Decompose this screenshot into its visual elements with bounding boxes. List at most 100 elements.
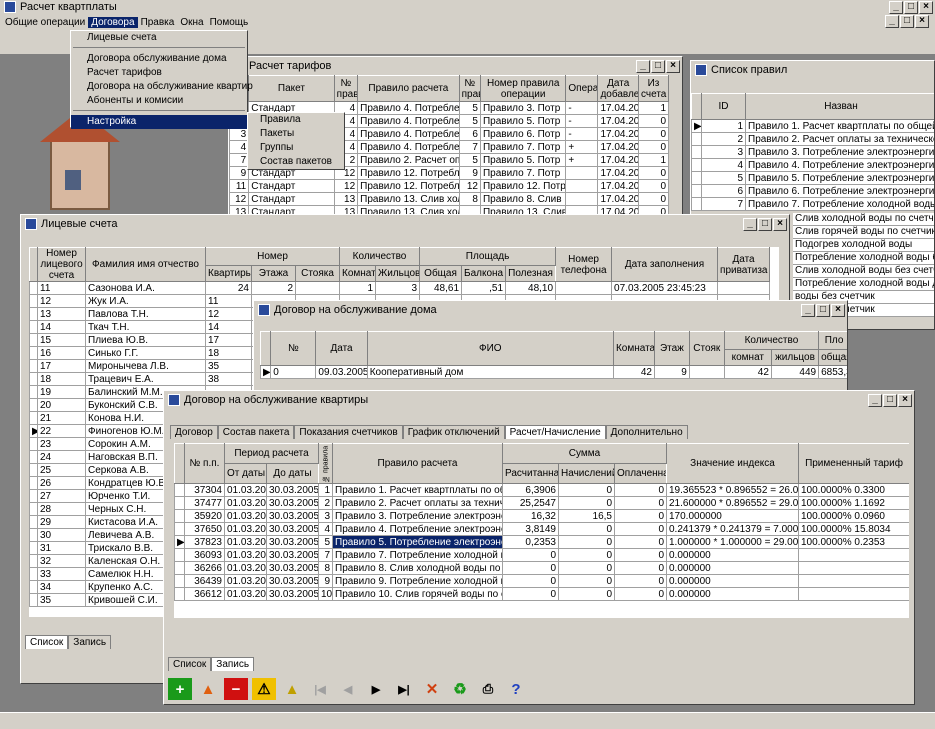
add-icon[interactable]: + bbox=[168, 678, 192, 700]
table-row[interactable]: 3626601.03.200530.03.20058Правило 8. Сли… bbox=[174, 561, 909, 575]
table-row[interactable]: ▶ 1 Правило 1. Расчет квартплаты по общей … bbox=[691, 119, 934, 133]
maximize-button[interactable]: □ bbox=[816, 303, 830, 317]
tab-3[interactable]: График отключений bbox=[402, 425, 505, 439]
table-row[interactable]: 3609301.03.200530.03.20057Правило 7. Пот… bbox=[174, 548, 909, 562]
table-cell: 17.04.200 bbox=[597, 192, 640, 206]
table-row[interactable]: 3661201.03.200530.03.200510Правило 10. С… bbox=[174, 587, 909, 601]
header-rooms: Комнат bbox=[339, 265, 377, 282]
delete-icon[interactable]: − bbox=[224, 678, 248, 700]
tab-list[interactable]: Список bbox=[168, 657, 212, 671]
last-record-icon[interactable]: ▶| bbox=[392, 678, 416, 700]
tab-0[interactable]: Договор bbox=[170, 425, 218, 439]
header-date: Дата bbox=[315, 331, 368, 366]
table-row[interactable]: 3Правило 3. Потребление электроэнергии п… bbox=[691, 145, 934, 159]
table-row[interactable]: 3592001.03.200530.03.20053Правило 3. Пот… bbox=[174, 509, 909, 523]
close-button[interactable]: × bbox=[666, 59, 680, 73]
cell: 14 bbox=[37, 320, 86, 334]
tab-5[interactable]: Дополнительно bbox=[605, 425, 688, 439]
menu-contracts[interactable]: Договора bbox=[88, 16, 138, 28]
house-contract-window: Договор на обслуживание дома _ □ × № Дата ФИО… bbox=[253, 300, 848, 395]
table-row[interactable]: 7Правило 7. Потребление холодной воды по… bbox=[691, 197, 934, 211]
menu-windows[interactable]: Окна bbox=[177, 17, 206, 28]
table-row[interactable]: 3765001.03.200530.03.20054Правило 4. Пот… bbox=[174, 522, 909, 536]
table-row[interactable]: 11 Сазонова И.А. 24 2 1 3 48,61,51 48,10 07.03.2… bbox=[29, 281, 771, 295]
minimize-button[interactable]: _ bbox=[801, 303, 815, 317]
table-row[interactable]: ▶ 0 09.03.2005 Кооперативный дом 42 9 42 449 685… bbox=[259, 365, 847, 379]
print-icon[interactable]: ⎙ bbox=[476, 678, 500, 700]
prev-record-icon[interactable]: ◀ bbox=[336, 678, 360, 700]
menu-help[interactable]: Помощь bbox=[207, 17, 252, 28]
submenu-package-contents[interactable]: Состав пакетов bbox=[248, 155, 344, 169]
cell: 0.000000 bbox=[666, 548, 799, 562]
table-row[interactable]: 6Правило 6. Потребление электроэнергии д… bbox=[691, 184, 934, 198]
submenu-packages[interactable]: Пакеты bbox=[248, 127, 344, 141]
minimize-button[interactable]: _ bbox=[868, 393, 882, 407]
menu-item-subscribers[interactable]: Абоненты и комисии bbox=[71, 94, 247, 108]
window-title: Договор на обслуживание дома bbox=[274, 304, 437, 316]
minimize-button[interactable]: _ bbox=[889, 0, 903, 14]
maximize-button[interactable]: □ bbox=[651, 59, 665, 73]
menu-item-accounts[interactable]: Лицевые счета bbox=[71, 31, 247, 45]
maximize-button[interactable]: □ bbox=[883, 393, 897, 407]
cell: 0 bbox=[614, 522, 667, 536]
header-cell bbox=[174, 443, 185, 484]
menu-edit[interactable]: Правка bbox=[138, 17, 178, 28]
minimize-button[interactable]: _ bbox=[743, 217, 757, 231]
tab-1[interactable]: Состав пакета bbox=[217, 425, 295, 439]
table-cell: 07.03.2005 23:45:23 bbox=[611, 281, 719, 295]
menu-general[interactable]: Общие операции bbox=[2, 17, 88, 28]
tab-4[interactable]: Расчет/Начисление bbox=[504, 425, 606, 439]
tab-2[interactable]: Показания счетчиков bbox=[294, 425, 403, 439]
status-bar bbox=[0, 712, 935, 729]
tab-record[interactable]: Запись bbox=[211, 657, 255, 671]
maximize-button[interactable]: □ bbox=[758, 217, 772, 231]
maximize-button[interactable]: □ bbox=[904, 0, 918, 14]
cell: 0 bbox=[614, 496, 667, 510]
table-row[interactable]: 3730401.03.200530.03.20051Правило 1. Рас… bbox=[174, 483, 909, 497]
submenu-rules[interactable]: Правила bbox=[248, 113, 344, 127]
cancel-icon[interactable]: ✕ bbox=[420, 678, 444, 700]
table-row[interactable]: 2Правило 2. Расчет оплаты за техническое… bbox=[691, 132, 934, 146]
cell: 100.0000% 0.0960 bbox=[798, 509, 909, 523]
search-icon[interactable]: ▲ bbox=[280, 678, 304, 700]
help-icon[interactable]: ? bbox=[504, 678, 528, 700]
mdi-restore-button[interactable]: □ bbox=[900, 15, 914, 28]
menu-item-house-contracts[interactable]: Договора обслуживание дома bbox=[71, 52, 247, 66]
cell: 4 bbox=[318, 522, 333, 536]
cell: 3,8149 bbox=[502, 522, 559, 536]
minimize-button[interactable]: _ bbox=[636, 59, 650, 73]
submenu-groups[interactable]: Группы bbox=[248, 141, 344, 155]
close-button[interactable]: × bbox=[898, 393, 912, 407]
first-record-icon[interactable]: |◀ bbox=[308, 678, 332, 700]
table-row[interactable]: 3747701.03.200530.03.20052Правило 2. Рас… bbox=[174, 496, 909, 510]
table-cell bbox=[717, 281, 771, 295]
header-total: Общая bbox=[419, 265, 463, 282]
mdi-close-button[interactable]: × bbox=[915, 15, 929, 28]
tab-list[interactable]: Список bbox=[25, 635, 69, 649]
table-row[interactable]: 3643901.03.200530.03.20059Правило 9. Пот… bbox=[174, 574, 909, 588]
next-record-icon[interactable]: ▶ bbox=[364, 678, 388, 700]
table-row[interactable]: 5Правило 5. Потребление электроэнергии л… bbox=[691, 171, 934, 185]
table-row[interactable]: 11 Стандарт 12 Правило 12. Потребле 12 Правил… bbox=[229, 179, 669, 193]
table-row[interactable]: ▶3782301.03.200530.03.20055Правило 5. По… bbox=[174, 535, 909, 549]
mdi-minimize-button[interactable]: _ bbox=[885, 15, 899, 28]
table-cell: Правило 7. Потр bbox=[479, 140, 567, 154]
close-button[interactable]: × bbox=[773, 217, 787, 231]
cell: 9 bbox=[653, 365, 690, 379]
header-paid: Оплаченная bbox=[614, 463, 667, 484]
close-button[interactable]: × bbox=[919, 0, 933, 14]
window-icon bbox=[695, 64, 707, 76]
edit-triangle-icon[interactable]: ▲ bbox=[196, 678, 220, 700]
tab-record[interactable]: Запись bbox=[68, 635, 112, 649]
cell: 10 bbox=[318, 587, 333, 601]
filter-icon[interactable]: ⚠ bbox=[252, 678, 276, 700]
close-button[interactable]: × bbox=[831, 303, 845, 317]
cell: 0 bbox=[558, 548, 615, 562]
table-row[interactable]: 4Правило 4. Потребление электроэнергии б… bbox=[691, 158, 934, 172]
refresh-icon[interactable]: ♻ bbox=[448, 678, 472, 700]
menu-item-flat-contracts[interactable]: Договора на обслуживание квартир bbox=[71, 80, 253, 94]
menu-item-settings[interactable]: Настройка bbox=[71, 115, 247, 129]
table-cell: 0 bbox=[638, 192, 669, 206]
table-row[interactable]: 12Стандарт13Правило 13. Слив холод8Прави… bbox=[229, 192, 669, 206]
menu-item-tariffs[interactable]: Расчет тарифов bbox=[71, 66, 247, 80]
